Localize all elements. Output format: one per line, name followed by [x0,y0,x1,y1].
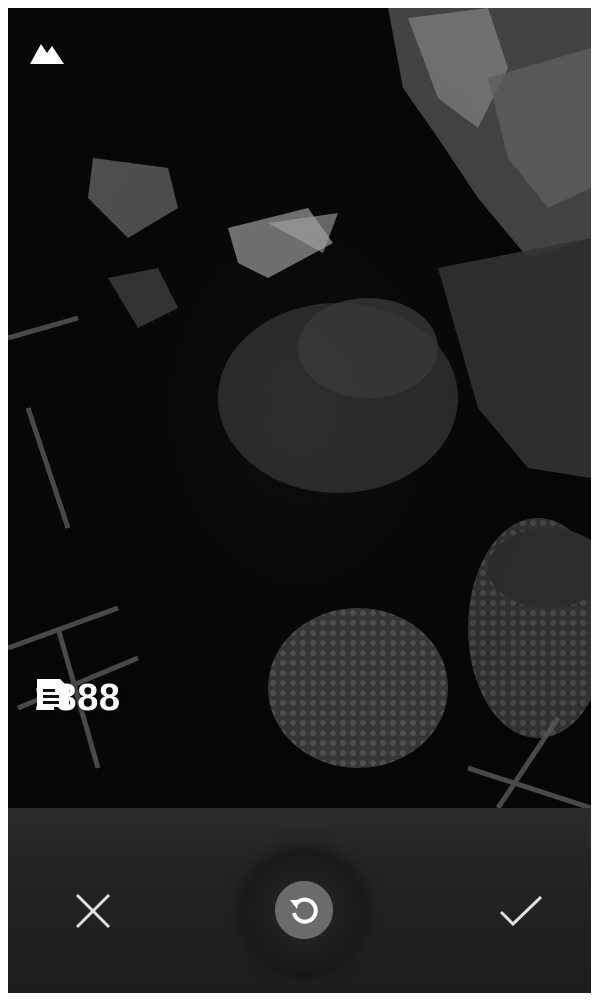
sd-card-icon [37,679,69,707]
storage-indicator: 1388 [34,676,121,720]
mountain-icon[interactable] [28,36,66,66]
cancel-button[interactable] [58,876,128,946]
photo-preview: 1388 [8,8,591,808]
confirm-button[interactable] [486,876,556,946]
review-controls [8,808,591,993]
rotate-icon [290,897,318,924]
retake-button-core [275,881,333,939]
close-icon [75,893,111,929]
retake-button[interactable] [242,848,366,972]
camera-screen: 1388 [8,8,591,993]
check-icon [499,895,543,927]
